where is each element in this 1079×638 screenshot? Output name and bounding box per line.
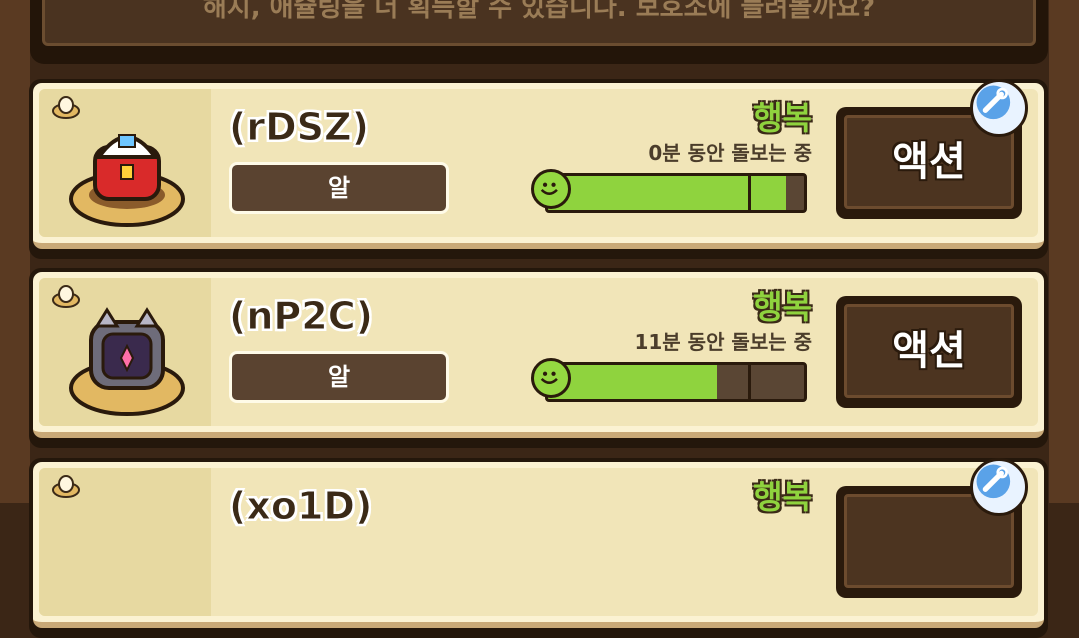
happiness-bar-fill	[548, 365, 717, 399]
smile-face-icon	[531, 169, 571, 209]
care-time-label: 0분 동안 돌보는 중	[648, 141, 812, 165]
happiness-bar	[531, 169, 807, 213]
pet-stage-label: 알	[229, 162, 449, 214]
wrench-icon[interactable]	[970, 458, 1028, 516]
pet-name: (rDSZ)	[229, 105, 370, 150]
pet-name: (xo1D)	[228, 484, 373, 529]
mood-label: 행복	[753, 478, 812, 516]
action-button[interactable]: 액션	[836, 296, 1022, 408]
pet-card: (xo1D) 행복	[29, 458, 1048, 638]
shelter-notice-text: 해지, 애슐링을 더 획득할 수 있습니다. 보호소에 들려볼까요?	[42, 0, 1036, 46]
frame-right	[1049, 0, 1079, 503]
pet-card: (nP2C) 알 행복 11분 동안 돌보는 중 액션	[29, 268, 1048, 448]
pet-card: (rDSZ) 알 행복 0분 동안 돌보는 중 액션	[29, 79, 1048, 259]
mood-label: 행복	[753, 99, 812, 137]
pet-icon-slot[interactable]	[39, 89, 211, 237]
pet-stage-label: 알	[229, 351, 449, 403]
action-button-label: 액션	[844, 304, 1014, 398]
armored-egg-icon	[69, 307, 185, 416]
happiness-bar	[531, 358, 807, 402]
smile-face-icon	[531, 358, 571, 398]
wrench-icon[interactable]	[970, 79, 1028, 137]
mood-label: 행복	[753, 288, 812, 326]
care-time-label: 11분 동안 돌보는 중	[634, 330, 812, 354]
pet-name: (nP2C)	[229, 294, 374, 339]
pet-icon-slot[interactable]	[39, 278, 211, 426]
frame-left	[0, 0, 30, 503]
pet-icon-slot[interactable]	[39, 468, 211, 616]
shelter-notice-panel: 해지, 애슐링을 더 획득할 수 있습니다. 보호소에 들려볼까요?	[30, 0, 1048, 64]
red-egg-icon	[69, 134, 185, 227]
egg-nest-badge-icon	[52, 475, 80, 498]
